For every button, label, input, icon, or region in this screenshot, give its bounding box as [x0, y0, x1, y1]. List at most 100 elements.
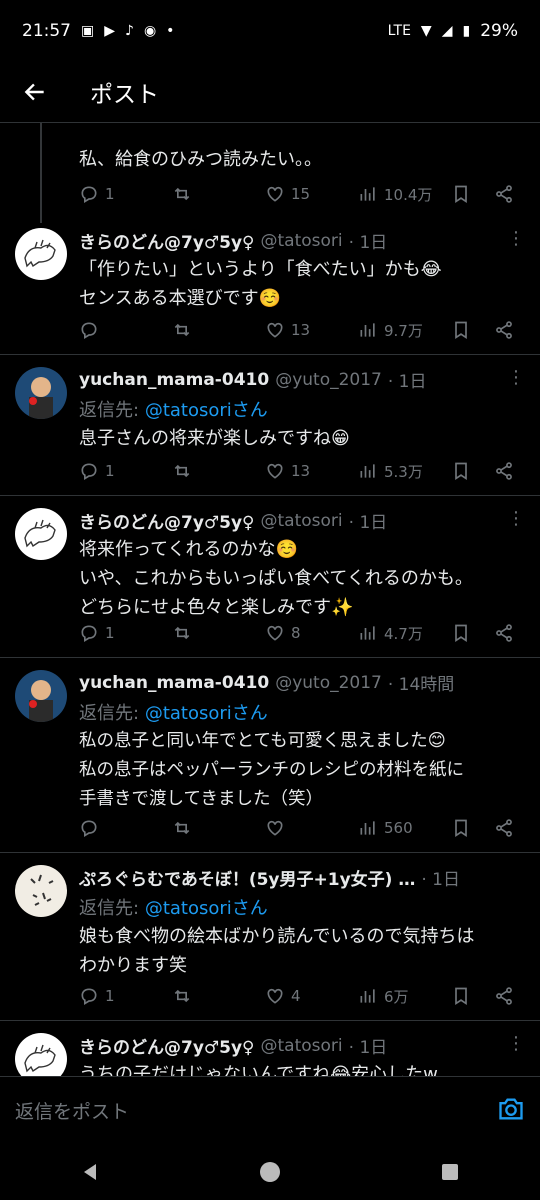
author-name[interactable]: きらのどん@7y♂5y♀ [79, 508, 255, 533]
like-button[interactable] [265, 818, 285, 838]
wifi-icon: ▼ [420, 23, 432, 39]
camera-button[interactable] [497, 1095, 525, 1127]
more-options-icon[interactable]: ⋮ [507, 367, 525, 388]
bookmark-button[interactable] [451, 320, 471, 340]
reply-icon [81, 463, 97, 480]
views-button[interactable]: 10.4万 [358, 184, 432, 205]
like-button[interactable]: 8 [265, 623, 301, 643]
reply-composer: 返信をポスト [0, 1076, 540, 1144]
bookmark-icon [455, 624, 467, 643]
reply-to-label: 返信先: [79, 703, 140, 724]
author-handle[interactable]: @yuto_2017 [275, 370, 382, 390]
share-button[interactable] [494, 986, 514, 1006]
repost-button[interactable] [172, 986, 192, 1006]
nav-back-button[interactable] [60, 1152, 120, 1192]
reply-to-link[interactable]: @tatosoriさん [145, 400, 268, 421]
reply-count: 1 [105, 185, 115, 203]
author-name[interactable]: ぷろぐらむであそぼ！(5y男子+1y女子) … [79, 865, 415, 890]
repost-icon [174, 464, 190, 478]
tweet-text: 私の息子と同い年でとても可愛く思えました😊 私の息子はペッパーランチのレシピの材… [79, 731, 464, 809]
views-button[interactable]: 5.3万 [358, 461, 423, 482]
reply-button[interactable]: 1 [79, 623, 115, 643]
repost-button[interactable] [172, 623, 192, 643]
repost-button[interactable] [172, 320, 192, 340]
share-button[interactable] [494, 461, 514, 481]
avatar[interactable] [15, 865, 67, 917]
reply-to-line: 返信先: @tatosoriさん [79, 396, 525, 422]
reply-button[interactable]: 1 [79, 986, 115, 1006]
more-options-icon[interactable]: ⋮ [507, 228, 525, 249]
author-name[interactable]: きらのどん@7y♂5y♀ [79, 228, 255, 253]
tiktok-icon: ♪ [125, 23, 134, 39]
tweet-text: 私、給食のひみつ読みたい。。 [79, 149, 322, 170]
reply-input[interactable]: 返信をポスト [15, 1097, 497, 1124]
bookmark-button[interactable] [451, 818, 471, 838]
divider [0, 852, 540, 853]
status-bar: 21:57 ▣ ▶ ♪ ◉ • LTE ▼ ◢ ▮ 29% [0, 0, 540, 62]
views-button[interactable]: 9.7万 [358, 320, 423, 341]
share-button[interactable] [494, 818, 514, 838]
repost-icon [174, 323, 190, 337]
notification-icon: ◉ [143, 23, 157, 39]
more-options-icon[interactable]: ⋮ [507, 508, 525, 529]
reply-to-link[interactable]: @tatosoriさん [145, 703, 268, 724]
tweet-actions: 560 [79, 813, 519, 843]
reply-to-label: 返信先: [79, 400, 140, 421]
app-bar: ポスト [0, 62, 540, 123]
share-button[interactable] [494, 623, 514, 643]
like-button[interactable]: 4 [265, 986, 301, 1006]
views-chart-icon [360, 464, 375, 478]
reply-feed[interactable]: 私、給食のひみつ読みたい。。 1 15 10.4万 きらのどん@7y♂5y♀ @t… [0, 123, 540, 1076]
author-handle[interactable]: @tatosori [261, 511, 343, 531]
avatar[interactable] [15, 508, 67, 560]
avatar[interactable] [15, 670, 67, 722]
status-time: 21:57 [22, 21, 71, 41]
bookmark-button[interactable] [451, 461, 471, 481]
avatar[interactable] [15, 1033, 67, 1076]
reply-to-link[interactable]: @tatosoriさん [145, 898, 268, 919]
like-button[interactable]: 13 [265, 461, 310, 481]
author-name[interactable]: yuchan_mama-0410 [79, 673, 269, 693]
post-time: · 14時間 [387, 675, 455, 695]
share-icon [496, 819, 512, 837]
bookmark-button[interactable] [451, 986, 471, 1006]
reply-button[interactable] [79, 320, 105, 340]
like-button[interactable]: 13 [265, 320, 310, 340]
like-count: 15 [291, 185, 311, 203]
views-button[interactable]: 4.7万 [358, 623, 423, 644]
author-name[interactable]: きらのどん@7y♂5y♀ [79, 1033, 255, 1058]
more-options-icon[interactable]: ⋮ [507, 1033, 525, 1054]
author-handle[interactable]: @yuto_2017 [275, 673, 382, 693]
square-recents-icon [442, 1164, 458, 1180]
nav-home-button[interactable] [240, 1152, 300, 1192]
lte-icon: LTE [387, 23, 411, 39]
repost-button[interactable] [172, 461, 192, 481]
like-count: 13 [291, 321, 311, 339]
share-icon [496, 321, 512, 339]
repost-button[interactable] [172, 818, 192, 838]
share-button[interactable] [494, 320, 514, 340]
avatar[interactable] [15, 228, 67, 280]
bookmark-button[interactable] [451, 184, 471, 204]
nav-recents-button[interactable] [420, 1152, 480, 1192]
reply-icon [81, 988, 97, 1005]
reply-button[interactable] [79, 818, 99, 838]
author-name[interactable]: yuchan_mama-0410 [79, 370, 269, 390]
back-button[interactable] [0, 62, 70, 122]
tweet-text: うちの子だけじゃないんですね😂安心したw [79, 1064, 438, 1076]
views-button[interactable]: 6万 [358, 986, 409, 1007]
share-button[interactable] [494, 184, 514, 204]
author-handle[interactable]: @tatosori [261, 231, 343, 251]
views-button[interactable]: 560 [358, 818, 413, 838]
tweet-text: 娘も食べ物の絵本ばかり読んでいるので気持ちは わかります笑 [79, 926, 475, 976]
like-button[interactable]: 15 [265, 184, 310, 204]
reply-button[interactable]: 1 [79, 461, 115, 481]
avatar[interactable] [15, 367, 67, 419]
author-handle[interactable]: @tatosori [261, 1036, 343, 1056]
bookmark-button[interactable] [451, 623, 471, 643]
heart-icon [267, 322, 283, 338]
child-photo-icon [29, 377, 53, 419]
post-time: · 1日 [348, 1038, 388, 1058]
reply-button[interactable]: 1 [79, 184, 115, 204]
repost-button[interactable] [172, 184, 192, 204]
